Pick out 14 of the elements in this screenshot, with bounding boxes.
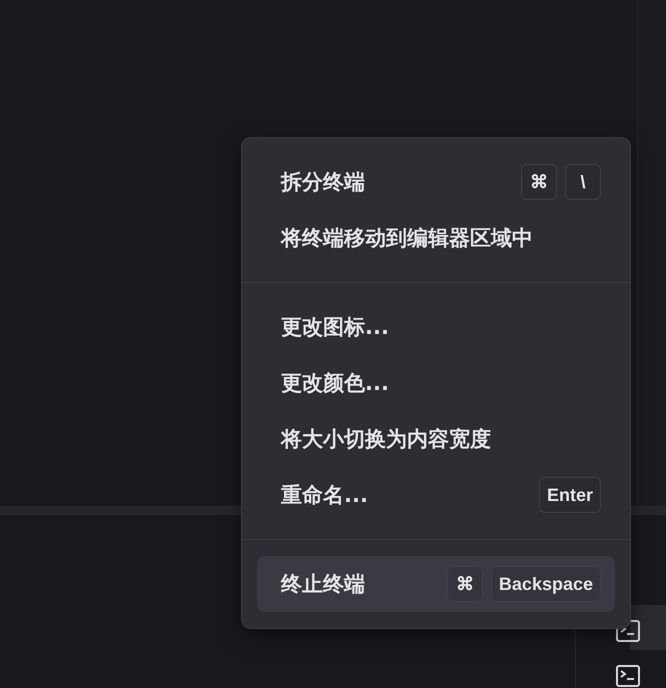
panel-tab[interactable] bbox=[630, 605, 666, 650]
shortcut-key: Enter bbox=[538, 477, 601, 513]
menu-item[interactable]: 拆分终端 ⌘ \ bbox=[257, 154, 615, 210]
menu-item[interactable]: 将终端移动到编辑器区域中 bbox=[257, 210, 615, 266]
shortcut-key: \ bbox=[565, 164, 601, 200]
terminal-icon[interactable] bbox=[616, 665, 640, 687]
menu-item[interactable]: 终止终端 ⌘ Backspace bbox=[257, 556, 615, 612]
shortcut-key: ⌘ bbox=[446, 566, 483, 602]
shortcut-key: Backspace bbox=[490, 566, 601, 602]
menu-item[interactable]: 将大小切换为内容宽度 bbox=[257, 411, 615, 467]
menu-item[interactable]: 更改图标... bbox=[257, 299, 615, 355]
menu-item[interactable]: 重命名... Enter bbox=[257, 467, 615, 523]
menu-item[interactable]: 更改颜色... bbox=[257, 355, 615, 411]
shortcut-key: ⌘ bbox=[521, 164, 557, 200]
